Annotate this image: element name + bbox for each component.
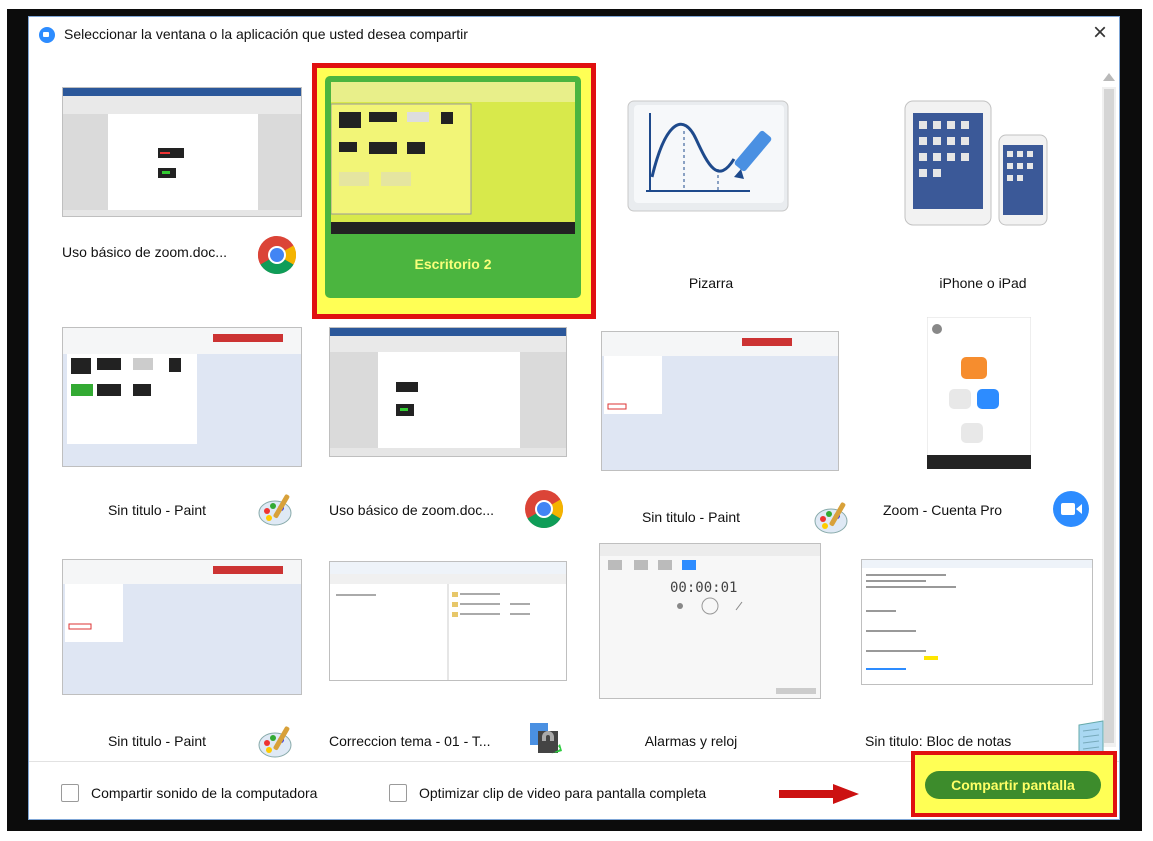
- window-thumbnail: [861, 559, 1093, 685]
- share-tile[interactable]: Pizarra: [611, 57, 861, 291]
- tile-label: Correccion tema - 01 - T...: [329, 733, 491, 749]
- close-button[interactable]: ×: [1093, 21, 1107, 45]
- dialog-title: Seleccionar la ventana o la aplicación q…: [64, 26, 468, 42]
- share-tile[interactable]: Sin titulo: Bloc de notas: [855, 535, 1105, 765]
- tile-label: Sin titulo - Paint: [641, 509, 741, 525]
- share-sound-label: Compartir sonido de la computadora: [91, 785, 318, 801]
- window-thumbnail: [62, 559, 302, 695]
- tile-label: Uso básico de zoom.doc...: [62, 244, 227, 260]
- whiteboard-icon: [627, 100, 789, 212]
- share-tile[interactable]: Uso básico de zoom.doc...: [319, 307, 569, 537]
- share-sound-checkbox[interactable]: [61, 784, 79, 802]
- share-tile[interactable]: Correccion tema - 01 - T...: [319, 535, 569, 765]
- paint-icon: [814, 502, 848, 534]
- zoom-logo-icon: [39, 27, 55, 43]
- share-screen-dialog: Seleccionar la ventana o la aplicación q…: [28, 16, 1120, 820]
- paint-icon: [258, 726, 292, 758]
- share-screen-button[interactable]: Compartir pantalla: [925, 771, 1101, 799]
- dialog-titlebar: Seleccionar la ventana o la aplicación q…: [29, 17, 1119, 53]
- optimize-video-label: Optimizar clip de video para pantalla co…: [419, 785, 707, 801]
- network-share-icon: [530, 723, 562, 755]
- share-tile[interactable]: Sin titulo - Paint: [47, 535, 302, 765]
- tile-label: Escritorio 2: [414, 256, 492, 272]
- paint-preview: [63, 328, 301, 466]
- window-thumbnail: [927, 317, 1031, 469]
- word-document-preview: [330, 328, 566, 456]
- share-button-highlight: Compartir pantalla: [911, 751, 1117, 817]
- window-thumbnail: [601, 331, 839, 471]
- ios-devices-icon: [904, 100, 1048, 226]
- paint-preview: [602, 332, 838, 470]
- chrome-icon: [257, 235, 297, 275]
- zoom-window-preview: [927, 317, 1031, 469]
- selected-tile-highlight[interactable]: Escritorio 2: [312, 63, 596, 319]
- zoom-icon: [1053, 491, 1089, 527]
- window-thumbnail: [329, 561, 567, 681]
- window-thumbnail: [62, 327, 302, 467]
- word-document-preview: [63, 88, 301, 216]
- share-tile[interactable]: 00:00:01 Alarmas y reloj: [591, 535, 841, 765]
- share-tile[interactable]: Uso básico de zoom.doc...: [47, 57, 302, 287]
- desktop-preview-graphic: [331, 82, 575, 234]
- explorer-preview: [330, 562, 566, 680]
- tile-label: iPhone o iPad: [939, 275, 1027, 291]
- window-thumbnail: 00:00:01: [599, 543, 821, 699]
- tile-label: Pizarra: [688, 275, 734, 291]
- tile-label: Sin titulo - Paint: [107, 733, 207, 749]
- desktop-tile[interactable]: Escritorio 2: [325, 76, 581, 298]
- share-tile[interactable]: Sin titulo - Paint: [47, 307, 302, 537]
- share-tile[interactable]: iPhone o iPad: [883, 57, 1119, 291]
- optimize-video-checkbox[interactable]: [389, 784, 407, 802]
- tile-label: Alarmas y reloj: [644, 733, 738, 749]
- tile-label: Sin titulo - Paint: [107, 502, 207, 518]
- window-thumbnail: [62, 87, 302, 217]
- tile-label: Uso básico de zoom.doc...: [329, 502, 494, 518]
- share-tile[interactable]: Zoom - Cuenta Pro: [883, 307, 1119, 537]
- pointer-arrow-icon: [779, 784, 859, 804]
- chrome-icon: [525, 490, 564, 529]
- paint-icon: [258, 494, 292, 526]
- tile-label: Sin titulo: Bloc de notas: [865, 733, 1012, 749]
- notepad-preview: [862, 560, 1092, 684]
- paint-preview: [63, 560, 301, 694]
- window-thumbnail: [329, 327, 567, 457]
- desktop-preview: [331, 82, 575, 234]
- share-tile[interactable]: Sin titulo - Paint: [591, 307, 848, 537]
- stopwatch-time: 00:00:01: [670, 580, 738, 596]
- clock-app-preview: [600, 544, 820, 698]
